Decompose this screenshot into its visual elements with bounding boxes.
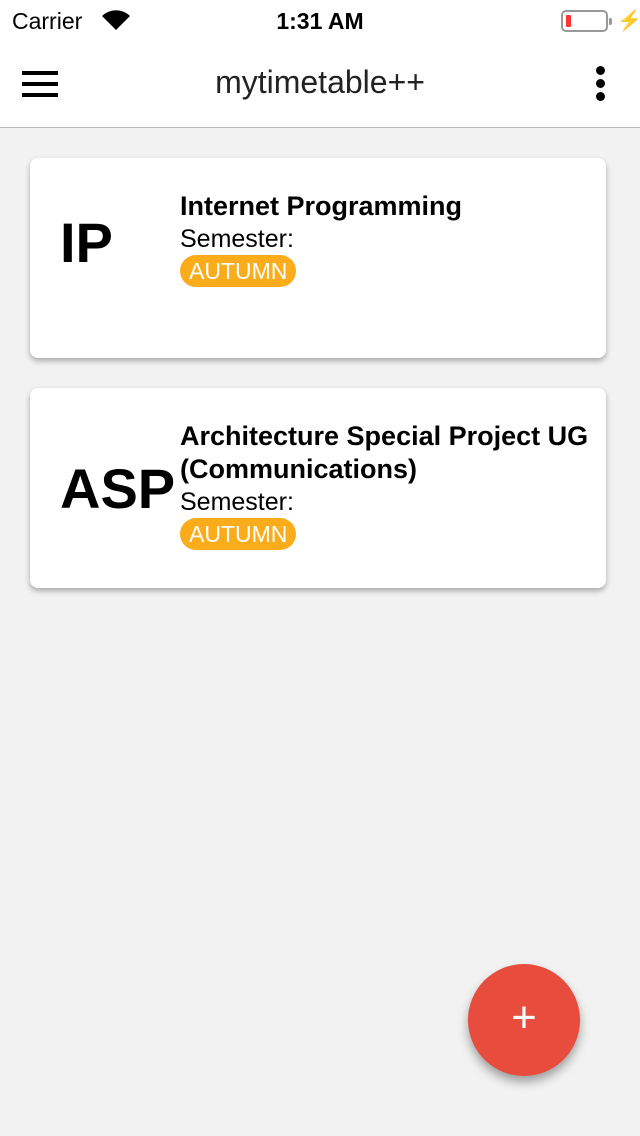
semester-badge: AUTUMN <box>180 255 297 287</box>
semester-label: Semester: <box>180 225 294 253</box>
more-options-icon[interactable] <box>590 66 610 102</box>
semester-label: Semester: <box>180 488 294 516</box>
semester-badge: AUTUMN <box>180 518 297 550</box>
subject-card[interactable]: ASP Architecture Special Project UG (Com… <box>30 388 606 588</box>
subject-card[interactable]: IP Internet Programming Semester: AUTUMN <box>30 158 606 358</box>
status-bar: Carrier 1:31 AM ⚡ <box>0 0 640 40</box>
clock: 1:31 AM <box>276 8 364 34</box>
battery-icon <box>561 10 612 32</box>
app-header: mytimetable++ <box>0 40 640 128</box>
subject-abbr: IP <box>60 211 113 274</box>
subject-abbr: ASP <box>60 457 176 520</box>
page-title: mytimetable++ <box>215 64 425 100</box>
subject-name: Internet Programming <box>180 191 463 221</box>
charging-icon: ⚡ <box>617 10 640 32</box>
add-subject-button[interactable]: + <box>468 964 580 1076</box>
subject-name: Architecture Special Project UG (Communi… <box>180 421 589 484</box>
